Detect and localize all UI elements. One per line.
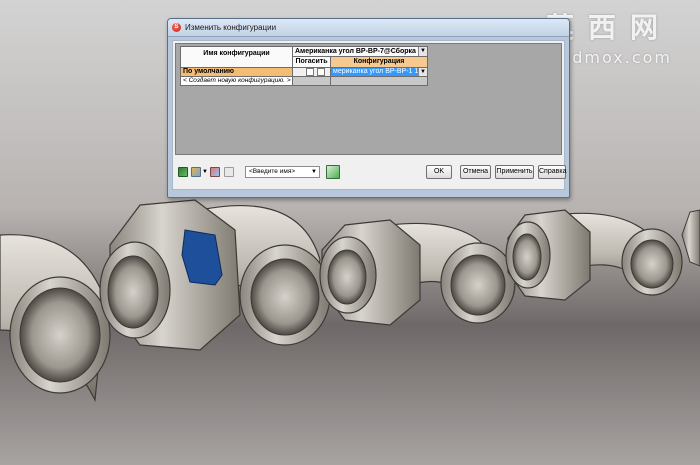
excel-icon[interactable]	[178, 167, 188, 177]
design-table-icon[interactable]	[191, 167, 201, 177]
name-column-header: Имя конфигурации	[180, 46, 293, 68]
calculator-icon[interactable]	[326, 165, 340, 179]
suppress-checkbox[interactable]	[306, 68, 314, 76]
assembly-header-label: Американка угол ВР-ВР-7@Сборка	[295, 48, 416, 55]
help-button[interactable]: Справка	[538, 165, 566, 179]
chevron-down-icon[interactable]: ▼	[418, 68, 427, 76]
ok-button[interactable]: OK	[426, 165, 452, 179]
empty-cell	[330, 76, 428, 86]
tree-icon[interactable]	[210, 167, 220, 177]
chevron-down-icon[interactable]: ▼	[418, 47, 427, 56]
dialog-toolbar: ▼ <Введите имя> ▼ OK Отмена Применить Сп…	[173, 157, 566, 189]
empty-cell	[292, 76, 331, 86]
apply-button[interactable]: Применить	[495, 165, 534, 179]
cancel-button[interactable]: Отмена	[460, 165, 491, 179]
sheet-icon[interactable]	[224, 167, 234, 177]
highlighted-nut-face	[181, 229, 223, 286]
chevron-down-icon[interactable]: ▼	[311, 167, 317, 177]
dialog-body: Имя конфигурации Американка угол ВР-ВР-7…	[172, 40, 566, 190]
name-filter-input[interactable]: <Введите имя> ▼	[245, 166, 320, 178]
solidworks-icon: S	[172, 23, 181, 32]
suppress-checkbox[interactable]	[317, 68, 325, 76]
name-filter-placeholder: <Введите имя>	[249, 168, 296, 175]
dialog-titlebar[interactable]: S Изменить конфигурации	[168, 19, 569, 37]
new-config-row[interactable]: < Создает новую конфигурацию. >	[180, 76, 293, 86]
fitting-center[interactable]	[99, 199, 331, 351]
configuration-value: мериканка угол ВР-ВР-1 1\4	[333, 68, 425, 75]
modify-configurations-dialog: S Изменить конфигурации Имя конфигурации…	[167, 18, 570, 198]
configurations-grid: Имя конфигурации Американка угол ВР-ВР-7…	[175, 43, 562, 155]
chevron-down-icon[interactable]: ▼	[202, 169, 208, 175]
dialog-title: Изменить конфигурации	[185, 23, 277, 32]
